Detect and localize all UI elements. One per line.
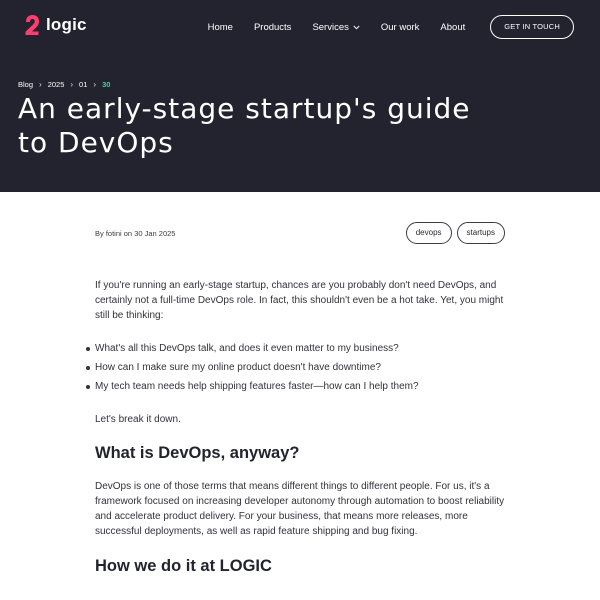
section-paragraph: DevOps is one of those terms that means … <box>95 481 505 537</box>
nav-our-work[interactable]: Our work <box>381 22 420 33</box>
list-item: How can I make sure my online product do… <box>86 359 501 377</box>
byline: By fotini on 30 Jan 2025 <box>95 229 176 238</box>
breadcrumb: Blog › 2025 › 01 › 30 <box>18 80 110 89</box>
breadcrumb-year[interactable]: 2025 <box>48 80 65 89</box>
nav-products[interactable]: Products <box>254 22 292 33</box>
question-list: What's all this DevOps talk, and does it… <box>86 340 501 396</box>
section-heading-how-we-do-it: How we do it at LOGIC <box>95 557 272 575</box>
chevron-right-icon: › <box>93 80 97 89</box>
list-item: My tech team needs help shipping feature… <box>86 378 501 396</box>
nav-about[interactable]: About <box>440 22 465 33</box>
breakdown-paragraph: Let's break it down. <box>95 414 181 425</box>
get-in-touch-button[interactable]: GET IN TOUCH <box>490 15 574 39</box>
post-meta: By fotini on 30 Jan 2025 devops startups <box>95 222 505 244</box>
chevron-right-icon: › <box>39 80 42 89</box>
nav-home[interactable]: Home <box>208 22 233 33</box>
section-heading-what-is-devops: What is DevOps, anyway? <box>95 444 300 462</box>
breadcrumb-month[interactable]: 01 <box>79 80 87 89</box>
chevron-right-icon: › <box>70 80 74 89</box>
page-title: An early-stage startup's guide to DevOps <box>18 92 471 159</box>
tag-devops[interactable]: devops <box>405 222 452 244</box>
brand-name: logic <box>46 15 87 34</box>
list-item: What's all this DevOps talk, and does it… <box>86 340 501 358</box>
nav-services[interactable]: Services <box>312 21 360 33</box>
tag-list: devops startups <box>405 222 505 244</box>
intro-paragraph: If you're running an early-stage startup… <box>95 280 504 321</box>
logo-mark-icon <box>25 15 39 35</box>
main-nav: Home Products Services Our work About GE… <box>208 15 574 39</box>
tag-startups[interactable]: startups <box>456 222 505 244</box>
brand-logo[interactable]: logic <box>24 14 87 36</box>
nav-services-label: Services <box>312 21 349 33</box>
site-header: logic Home Products Services Our work Ab… <box>0 0 600 192</box>
breadcrumb-day: 30 <box>102 80 111 89</box>
article-body: If you're running an early-stage startup… <box>86 278 510 577</box>
chevron-down-icon <box>353 25 360 29</box>
breadcrumb-blog[interactable]: Blog <box>18 80 33 89</box>
